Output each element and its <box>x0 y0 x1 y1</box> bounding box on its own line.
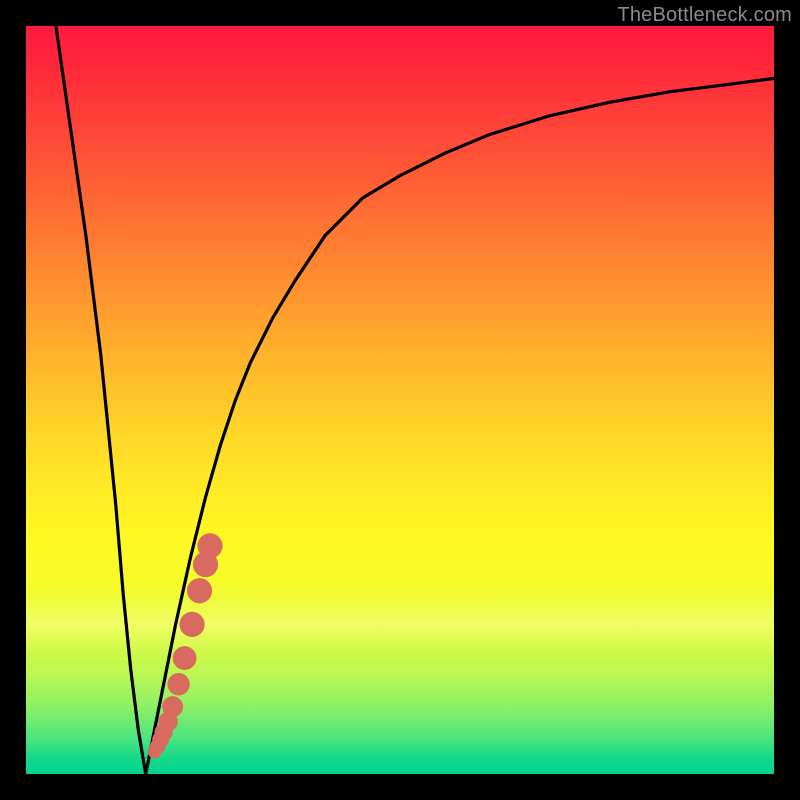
plot-area <box>26 26 774 774</box>
curve-right-branch <box>146 78 774 774</box>
marker-point <box>167 673 189 695</box>
curve-left-branch <box>56 26 146 774</box>
marker-point <box>162 696 183 717</box>
marker-point <box>173 646 197 670</box>
chart-frame: TheBottleneck.com <box>0 0 800 800</box>
marker-point <box>197 533 222 558</box>
watermark-text: TheBottleneck.com <box>617 4 792 27</box>
curve-layer <box>26 26 774 774</box>
marker-group <box>148 533 223 758</box>
marker-point <box>187 578 212 603</box>
marker-point <box>179 612 204 637</box>
